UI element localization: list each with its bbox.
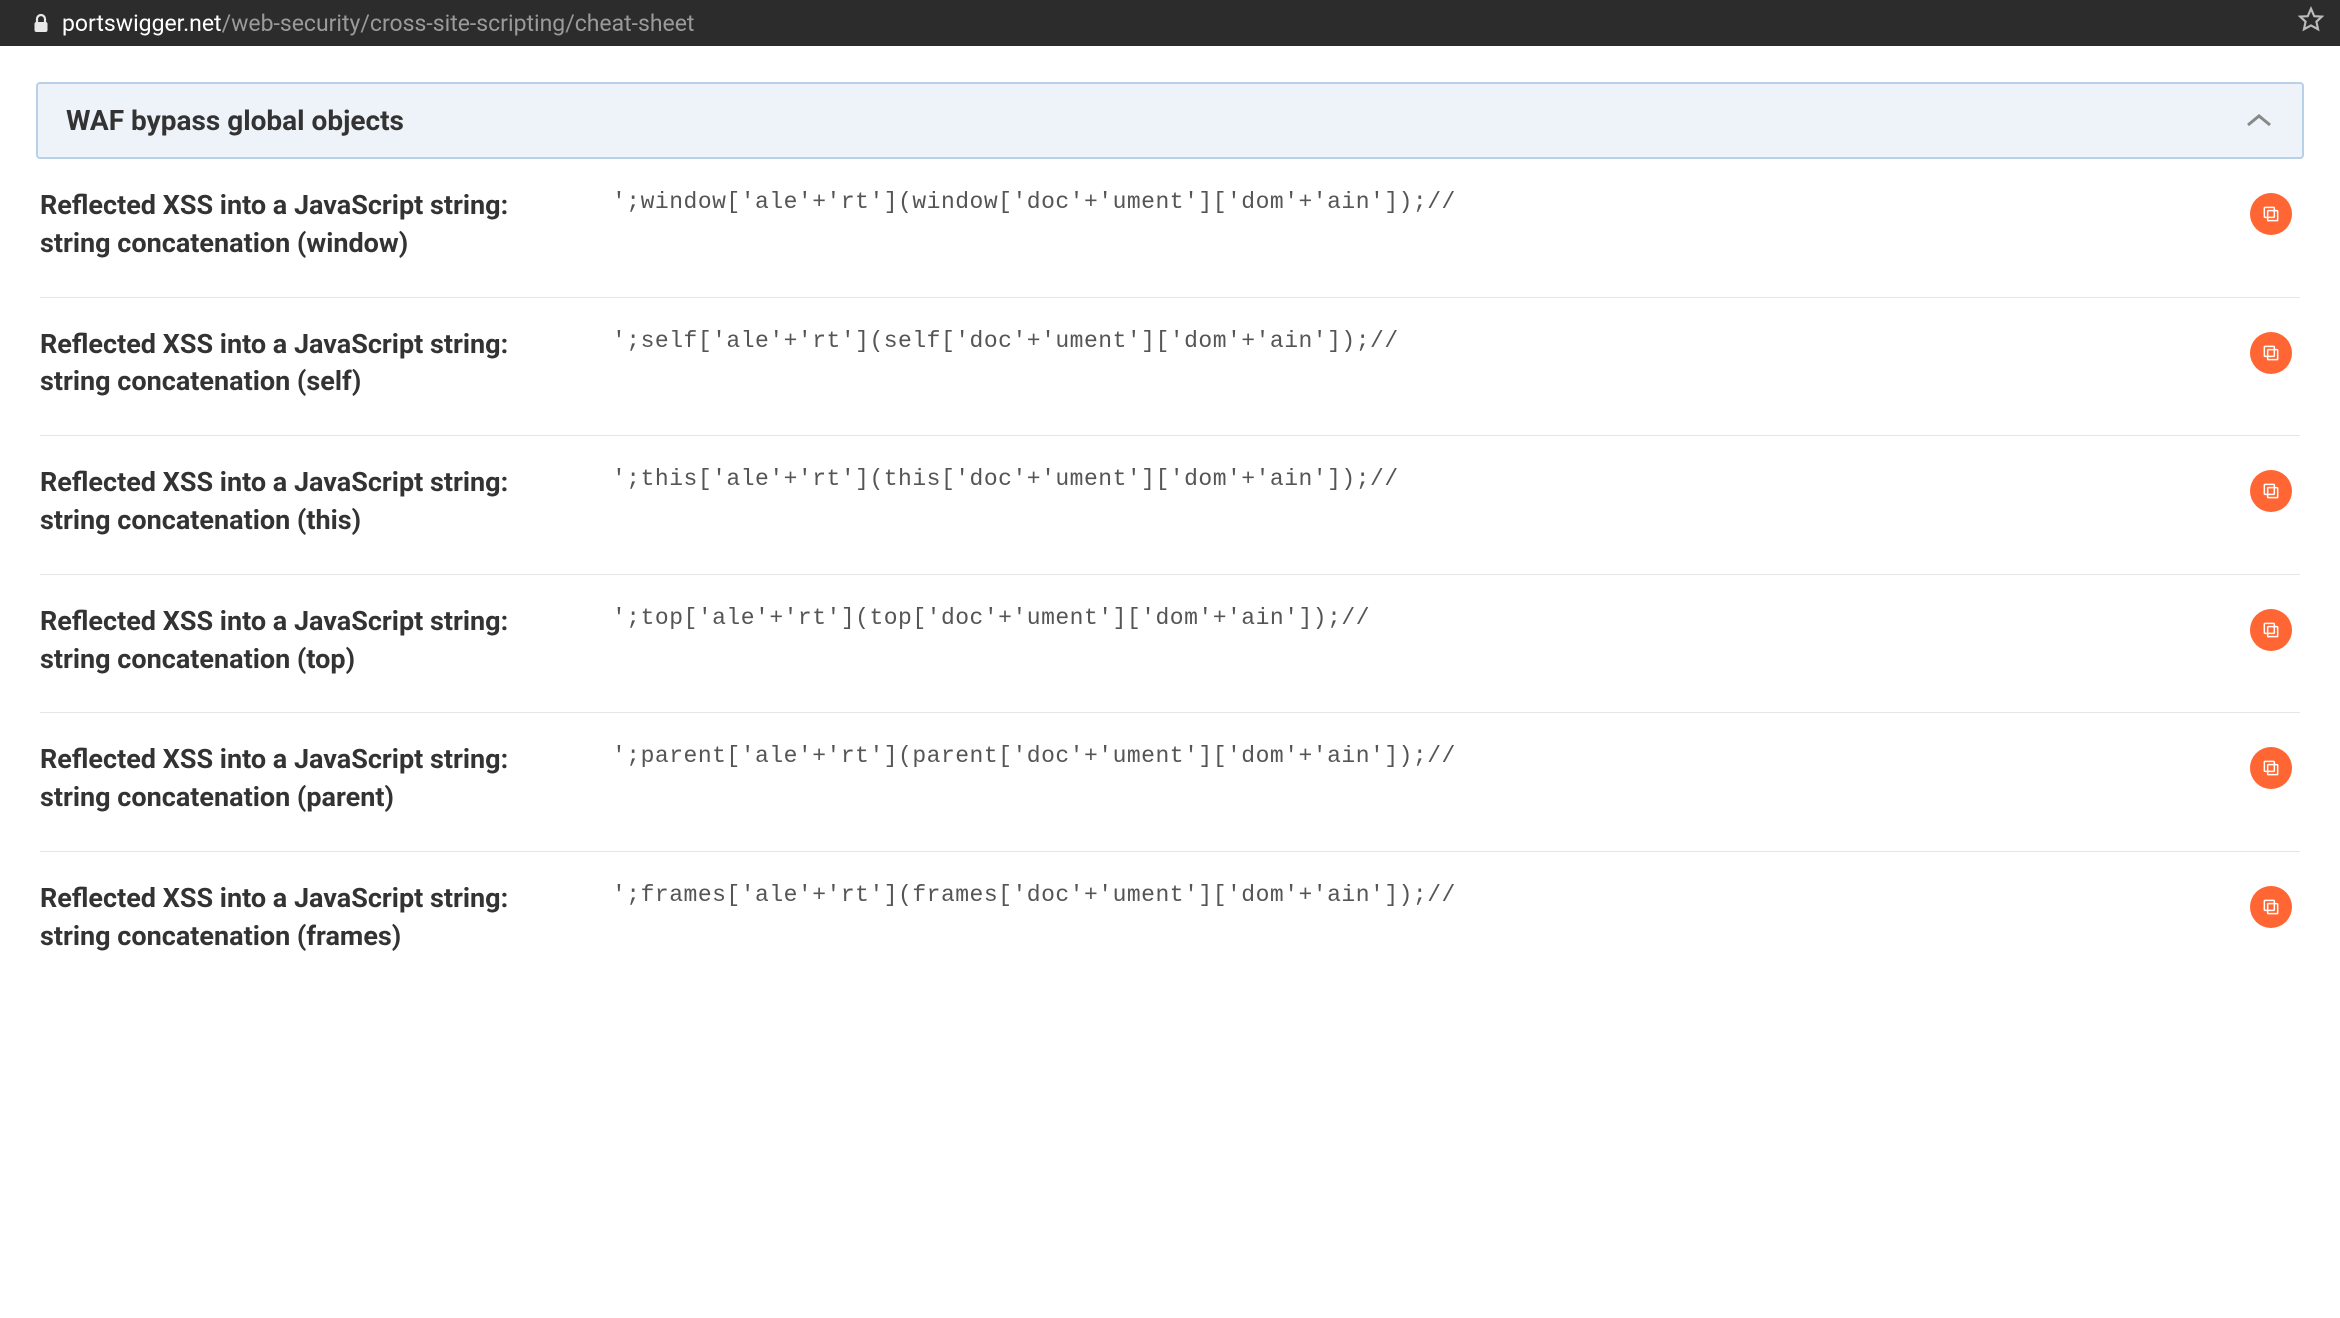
cheat-sheet-item: Reflected XSS into a JavaScript string: … [40, 575, 2300, 714]
items-list: Reflected XSS into a JavaScript string: … [36, 159, 2304, 990]
lock-icon [32, 13, 50, 33]
url-text: portswigger.net/web-security/cross-site-… [62, 10, 694, 37]
item-code: ';window['ale'+'rt'](window['doc'+'ument… [612, 187, 2218, 215]
copy-button[interactable] [2250, 193, 2292, 235]
item-title: Reflected XSS into a JavaScript string: … [40, 464, 580, 540]
cheat-sheet-item: Reflected XSS into a JavaScript string: … [40, 298, 2300, 437]
url-host: portswigger.net [62, 10, 222, 37]
browser-url-bar[interactable]: portswigger.net/web-security/cross-site-… [0, 0, 2340, 46]
main-content: WAF bypass global objects Reflected XSS … [0, 46, 2340, 990]
item-title: Reflected XSS into a JavaScript string: … [40, 880, 580, 956]
cheat-sheet-item: Reflected XSS into a JavaScript string: … [40, 713, 2300, 852]
item-code: ';top['ale'+'rt'](top['doc'+'ument']['do… [612, 603, 2218, 631]
copy-button[interactable] [2250, 886, 2292, 928]
accordion-title: WAF bypass global objects [66, 104, 404, 137]
url-path: /web-security/cross-site-scripting/cheat… [222, 10, 695, 37]
star-icon[interactable] [2298, 7, 2324, 40]
item-code: ';parent['ale'+'rt'](parent['doc'+'ument… [612, 741, 2218, 769]
item-code: ';this['ale'+'rt'](this['doc'+'ument']['… [612, 464, 2218, 492]
accordion-header[interactable]: WAF bypass global objects [36, 82, 2304, 159]
item-code: ';self['ale'+'rt'](self['doc'+'ument']['… [612, 326, 2218, 354]
item-title: Reflected XSS into a JavaScript string: … [40, 603, 580, 679]
copy-button[interactable] [2250, 609, 2292, 651]
chevron-up-icon [2244, 111, 2274, 131]
copy-button[interactable] [2250, 332, 2292, 374]
item-title: Reflected XSS into a JavaScript string: … [40, 187, 580, 263]
cheat-sheet-item: Reflected XSS into a JavaScript string: … [40, 159, 2300, 298]
copy-button[interactable] [2250, 747, 2292, 789]
cheat-sheet-item: Reflected XSS into a JavaScript string: … [40, 436, 2300, 575]
copy-button[interactable] [2250, 470, 2292, 512]
item-code: ';frames['ale'+'rt'](frames['doc'+'ument… [612, 880, 2218, 908]
item-title: Reflected XSS into a JavaScript string: … [40, 741, 580, 817]
item-title: Reflected XSS into a JavaScript string: … [40, 326, 580, 402]
cheat-sheet-item: Reflected XSS into a JavaScript string: … [40, 852, 2300, 990]
